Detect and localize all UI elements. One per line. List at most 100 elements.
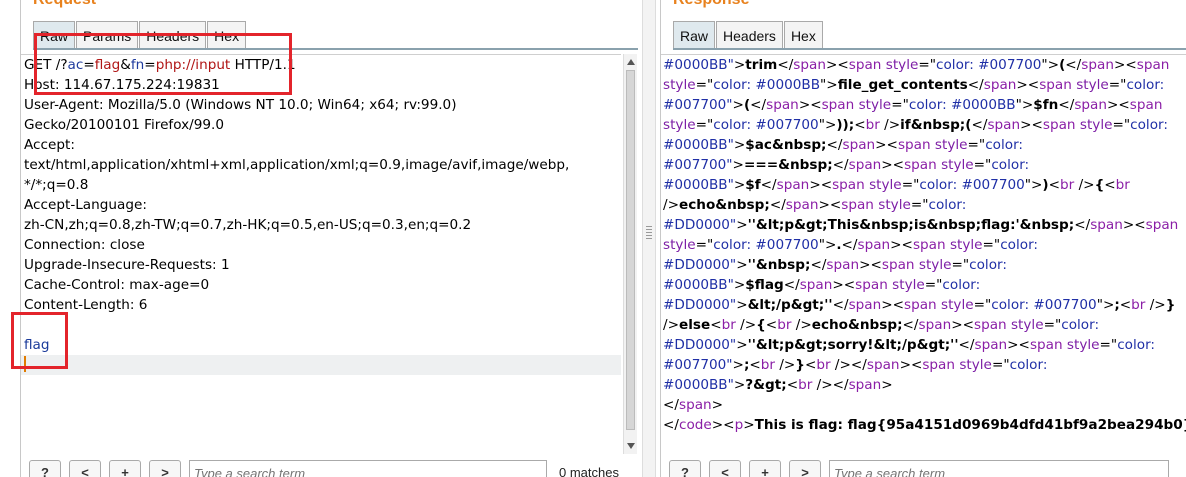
- text-segment: />: [779, 357, 796, 373]
- text-segment: span: [799, 277, 833, 293]
- text-segment: />: [1149, 297, 1166, 313]
- text-segment: span: [832, 177, 870, 193]
- text-segment: style: [869, 177, 902, 193]
- tab-headers[interactable]: Headers: [139, 21, 207, 49]
- text-segment: ><: [1122, 217, 1146, 233]
- text-segment: p: [734, 417, 744, 433]
- next-match-button[interactable]: >: [149, 460, 181, 477]
- editor-line: #007700">===&nbsp;</span><span style="co…: [661, 155, 1186, 175]
- help-button[interactable]: ?: [669, 460, 701, 477]
- text-segment: text/html,application/xhtml+xml,applicat…: [24, 157, 570, 173]
- request-tab-underline: [33, 48, 638, 50]
- request-vertical-scrollbar[interactable]: [623, 54, 637, 454]
- text-segment: style: [918, 257, 952, 273]
- editor-line: #0000BB">trim</span><span style="color: …: [661, 55, 1186, 75]
- text-segment: ''&lt;p&gt;This&nbsp;is&nbsp;flag:'&nbsp…: [747, 217, 1075, 233]
- editor-line: Connection: close: [21, 235, 621, 255]
- add-button[interactable]: +: [749, 460, 781, 477]
- text-segment: =": [973, 297, 992, 313]
- match-count: 0 matches: [559, 465, 619, 477]
- text-segment: color: #007700: [991, 297, 1097, 313]
- response-title: Response: [673, 0, 749, 9]
- tab-raw[interactable]: Raw: [33, 21, 76, 49]
- text-segment: flag: [94, 57, 121, 73]
- text-segment: ">: [1024, 177, 1043, 193]
- response-tab-underline: [673, 48, 1186, 50]
- text-segment: =": [1043, 317, 1062, 333]
- text-segment: $fn: [1033, 97, 1059, 113]
- text-segment: ">: [820, 77, 838, 93]
- text-segment: color:: [969, 257, 1007, 273]
- text-segment: style: [878, 197, 911, 213]
- text-segment: span: [848, 157, 882, 173]
- text-segment: flag: [24, 337, 50, 353]
- scroll-thumb[interactable]: [626, 70, 635, 430]
- text-segment: <: [749, 357, 761, 373]
- text-segment: </: [750, 97, 767, 113]
- previous-match-button[interactable]: <: [69, 460, 101, 477]
- text-segment: span: [1090, 217, 1123, 233]
- text-segment: trim: [745, 57, 778, 73]
- tab-hex[interactable]: Hex: [783, 21, 823, 49]
- text-segment: <: [854, 117, 866, 133]
- text-segment: code: [678, 417, 712, 433]
- text-segment: $f: [745, 177, 761, 193]
- text-segment: span: [866, 357, 900, 373]
- text-segment: >: [736, 217, 748, 233]
- text-segment: >: [732, 157, 744, 173]
- tab-hex[interactable]: Hex: [207, 21, 247, 49]
- previous-match-button[interactable]: <: [709, 460, 741, 477]
- text-segment: />: [816, 377, 833, 393]
- text-segment: br: [865, 117, 885, 133]
- text-segment: Accept:: [24, 137, 75, 153]
- editor-line: text/html,application/xhtml+xml,applicat…: [21, 155, 621, 175]
- text-segment: ><: [1020, 117, 1043, 133]
- text-segment: </: [971, 117, 988, 133]
- response-editor[interactable]: #0000BB">trim</span><span style="color: …: [661, 54, 1186, 454]
- response-panel: Response RawHeadersHex #0000BB">trim</sp…: [660, 0, 1186, 477]
- text-segment: ><: [1007, 337, 1030, 353]
- scroll-up-arrow-icon[interactable]: [627, 59, 635, 65]
- text-segment: =: [144, 57, 156, 73]
- text-segment: color:: [1000, 237, 1039, 253]
- text-segment: span: [785, 197, 819, 213]
- tab-params[interactable]: Params: [76, 21, 139, 49]
- text-segment: #0000BB": [663, 137, 734, 153]
- add-button[interactable]: +: [109, 460, 141, 477]
- tab-raw[interactable]: Raw: [673, 21, 716, 49]
- text-segment: span: [983, 77, 1017, 93]
- request-search-input[interactable]: [189, 460, 547, 477]
- text-segment: color:: [985, 137, 1024, 153]
- text-segment: span: [793, 57, 826, 73]
- splitter-grip-icon[interactable]: [646, 226, 652, 240]
- text-segment: ><: [711, 417, 735, 433]
- text-segment: span: [1129, 97, 1163, 113]
- text-segment: Gecko/20100101 Firefox/99.0: [24, 117, 225, 133]
- editor-line: flag: [21, 335, 621, 355]
- text-segment: </: [967, 77, 984, 93]
- text-segment: span: [1136, 57, 1170, 73]
- editor-line: />else<br />{<br />echo&nbsp;</span><spa…: [661, 315, 1186, 335]
- next-match-button[interactable]: >: [789, 460, 821, 477]
- editor-line: Gecko/20100101 Firefox/99.0: [21, 115, 621, 135]
- text-segment: User-Agent: Mozilla/5.0 (Windows NT 10.0…: [24, 97, 457, 113]
- text-segment: span: [904, 297, 941, 313]
- text-segment: </: [902, 317, 919, 333]
- scroll-down-arrow-icon[interactable]: [627, 443, 635, 449]
- panel-splitter[interactable]: [642, 0, 656, 477]
- text-segment: span: [841, 197, 879, 213]
- text-segment: <: [786, 377, 799, 393]
- text-segment: =": [991, 357, 1010, 373]
- text-segment: <: [1104, 177, 1116, 193]
- tab-headers[interactable]: Headers: [716, 21, 783, 49]
- request-editor[interactable]: GET /?ac=flag&fn=php://input HTTP/1.1 Hos…: [21, 54, 621, 454]
- text-segment: #DD0000": [663, 217, 737, 233]
- text-segment: style: [959, 357, 992, 373]
- response-search-input[interactable]: [829, 460, 1169, 477]
- text-segment: >: [711, 397, 724, 413]
- text-segment: />: [1078, 177, 1095, 193]
- text-segment: span: [1039, 77, 1077, 93]
- text-segment: color:: [1061, 317, 1100, 333]
- help-button[interactable]: ?: [29, 460, 61, 477]
